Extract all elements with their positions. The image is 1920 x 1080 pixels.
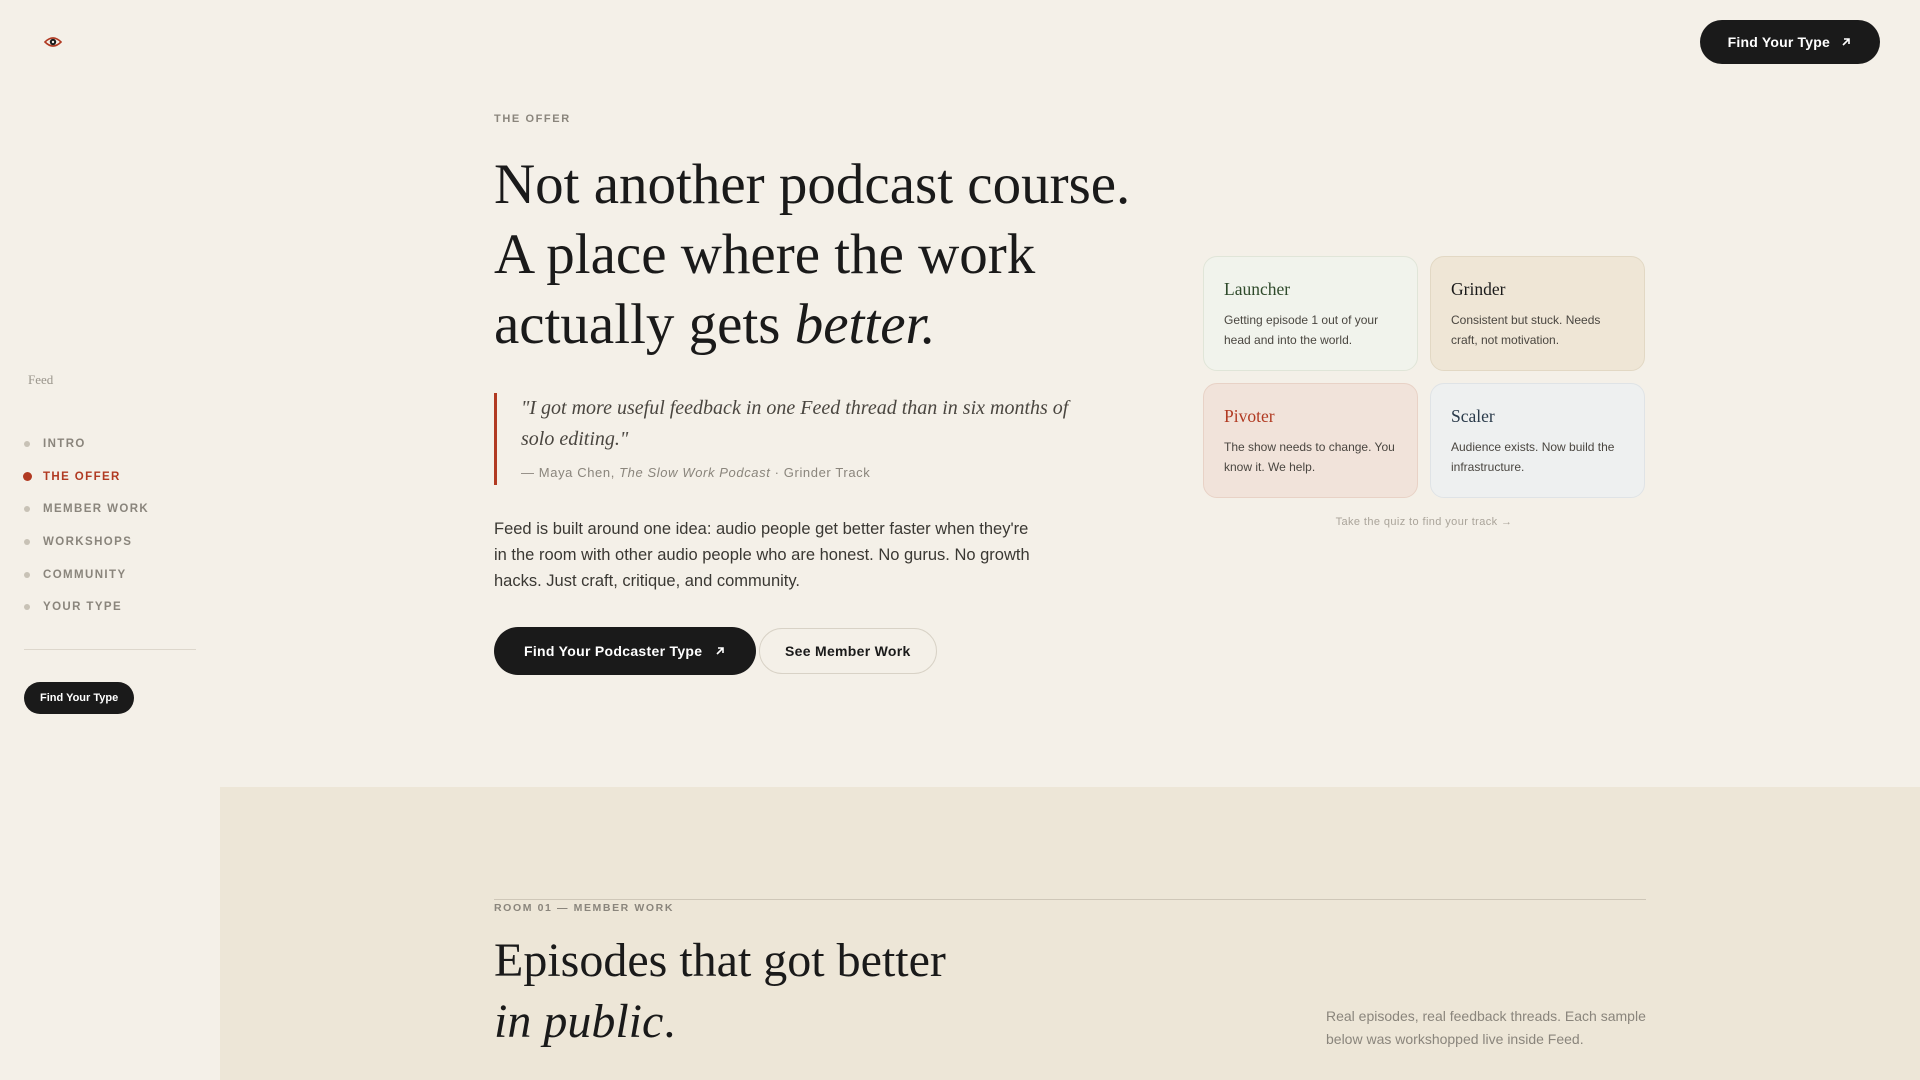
sidebar-item-label: COMMUNITY [43,568,127,581]
see-member-work-button[interactable]: See Member Work [759,628,937,674]
quote-text: "I got more useful feedback in one Feed … [521,397,1069,450]
hero-title-emphasis: better. [794,293,936,356]
sidebar-divider [24,649,196,650]
member-work-title-emphasis: in public [494,995,664,1048]
section-eyebrow: THE OFFER [494,113,571,125]
find-your-type-label: Find Your Type [1727,34,1830,50]
type-card-title: Scaler [1451,406,1495,426]
hero-body: Feed is built around one idea: audio peo… [494,520,1030,590]
sidebar-item-label: INTRO [43,438,86,451]
hero-title-line-2: A place where the work [494,223,1036,286]
nav-dot [24,506,30,513]
quote-citation: — Maya Chen, The Slow Work Podcast · Gri… [521,465,1094,480]
arrow-up-right-icon [716,647,725,655]
member-work-title-line-1: Episodes that got better [494,934,946,987]
hero-title-line-3: actually gets [494,293,795,356]
sidebar-item-the-offer[interactable]: THE OFFER [22,461,149,494]
cite-show: The Slow Work Podcast [619,465,771,480]
sidebar-item-label: THE OFFER [43,470,121,483]
hero-title: Not another podcast course. A place wher… [494,150,1174,360]
sidebar-item-your-type[interactable]: YOUR TYPE [24,591,149,624]
testimonial-quote: "I got more useful feedback in one Feed … [494,393,1094,485]
nav-dot [24,604,30,611]
hero-title-line-1: Not another podcast course. [494,153,1131,216]
nav-dot [24,441,30,448]
quiz-link[interactable]: Take the quiz to find your track → [1203,516,1645,528]
cite-prefix: — Maya Chen, [521,465,620,480]
type-card-title: Grinder [1451,279,1506,299]
find-podcaster-type-button[interactable]: Find Your Podcaster Type [494,627,757,675]
cite-suffix: · Grinder Track [770,465,871,480]
arrow-up-right-icon [1842,38,1850,46]
nav-dot [24,571,30,578]
section-divider [494,899,1646,900]
type-card-desc: Consistent but stuck. Needs craft, not m… [1451,313,1601,347]
find-your-type-button[interactable]: Find Your Type [1699,20,1880,64]
podcaster-type-cards: Launcher Getting episode 1 out of your h… [1203,256,1645,498]
type-card-desc: The show needs to change. You know it. W… [1224,440,1395,474]
type-card-scaler[interactable]: Scaler Audience exists. Now build the in… [1430,383,1645,498]
type-card-title: Launcher [1224,279,1291,299]
type-card-grinder[interactable]: Grinder Consistent but stuck. Needs craf… [1430,256,1645,371]
type-card-desc: Getting episode 1 out of your head and i… [1224,313,1379,347]
nav-dot [24,539,30,546]
sidebar-find-your-type-button[interactable]: Find Your Type [24,682,135,714]
sidebar-item-label: YOUR TYPE [43,601,123,614]
type-card-pivoter[interactable]: Pivoter The show needs to change. You kn… [1203,383,1418,498]
primary-cta-label: Find Your Podcaster Type [524,643,703,659]
sidebar-item-intro[interactable]: INTRO [24,428,149,461]
nav-dot-active [22,472,32,482]
sidebar-item-label: MEMBER WORK [43,503,150,516]
sidebar-item-community[interactable]: COMMUNITY [24,558,149,591]
member-work-eyebrow: ROOM 01 — MEMBER WORK [494,902,681,914]
sidebar-item-member-work[interactable]: MEMBER WORK [24,493,149,526]
type-card-desc: Audience exists. Now build the infrastru… [1451,440,1615,474]
sidebar-item-workshops[interactable]: WORKSHOPS [24,526,149,559]
sidebar-item-label: WORKSHOPS [43,536,133,549]
member-work-title: Episodes that got better in public. [494,930,1094,1052]
member-work-title-tail: . [663,995,676,1048]
member-work-desc: Real episodes, real feedback threads. Ea… [1326,1008,1646,1047]
type-card-title: Pivoter [1224,406,1275,426]
sidebar-brand: Feed [28,372,54,387]
eye-logo-icon[interactable] [44,33,62,51]
sidebar-nav: INTRO THE OFFER MEMBER WORK WORKSHOPS CO… [22,428,149,624]
type-card-launcher[interactable]: Launcher Getting episode 1 out of your h… [1203,256,1418,371]
